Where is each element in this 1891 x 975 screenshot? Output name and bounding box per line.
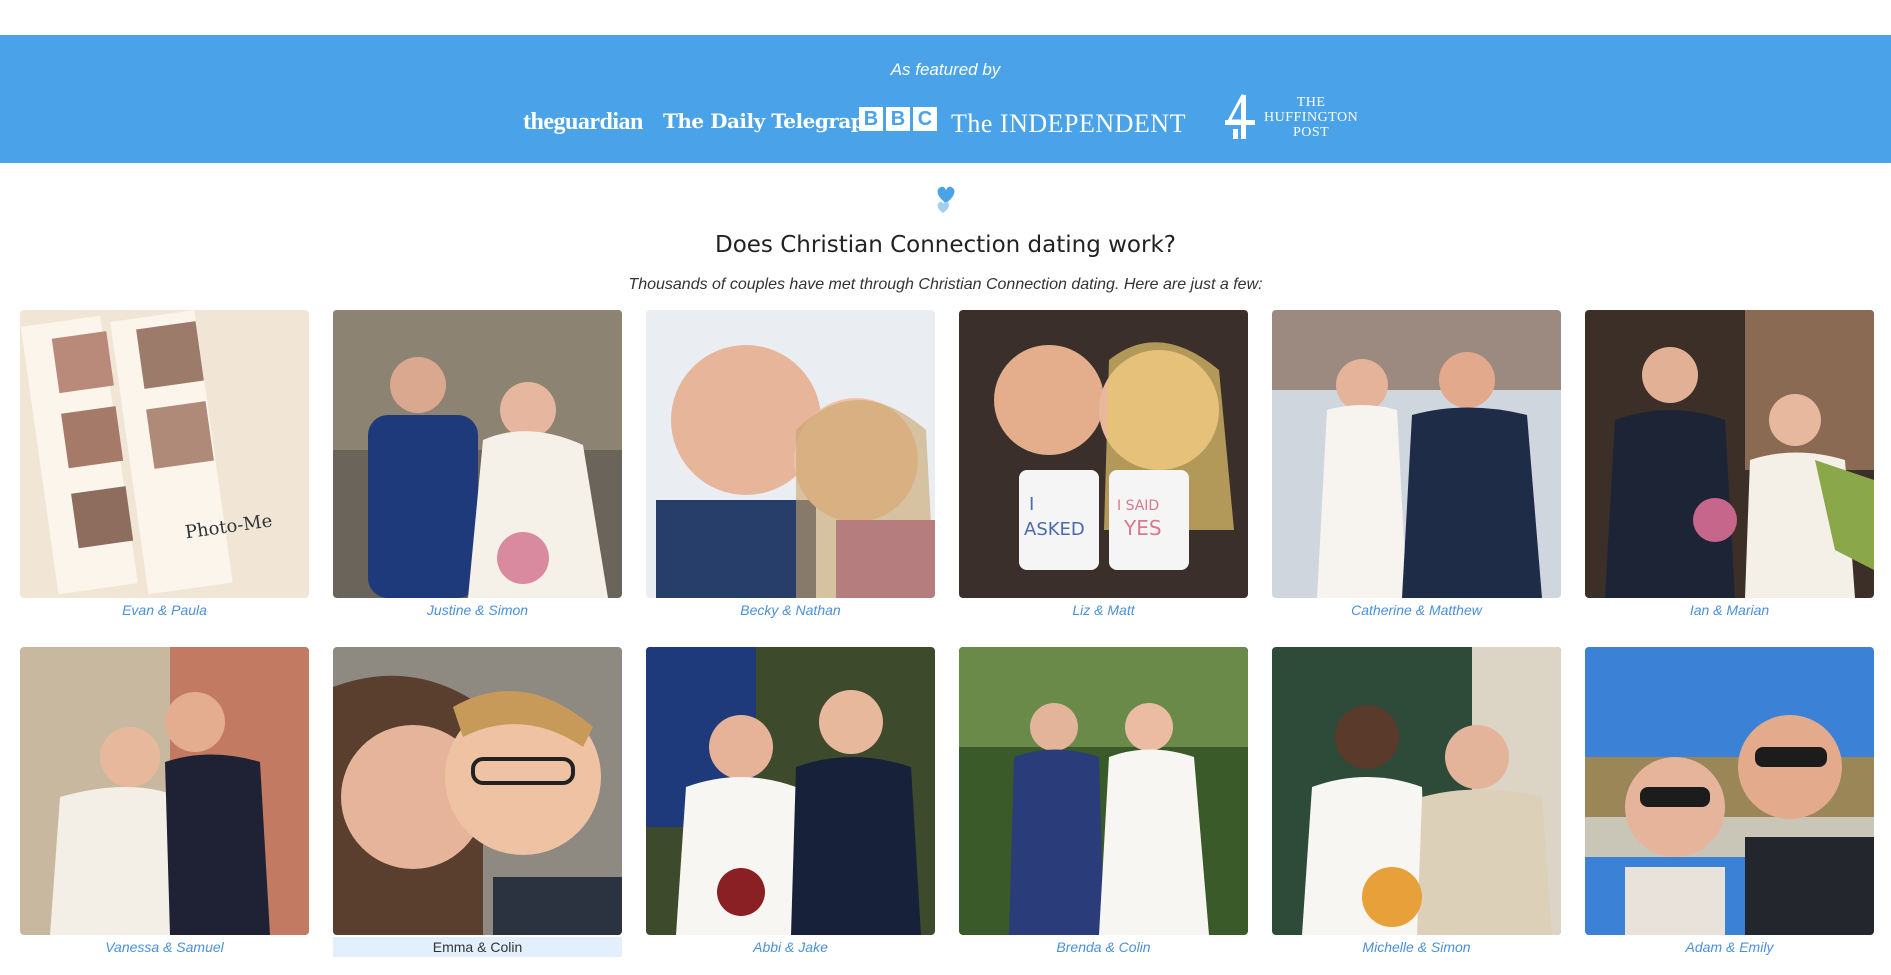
couple-name[interactable]: Ian & Marian [1585, 600, 1874, 620]
couple-card[interactable]: Justine & Simon [333, 310, 622, 618]
wedding-photo[interactable] [1272, 647, 1561, 935]
couple-name[interactable]: Catherine & Matthew [1272, 600, 1561, 620]
svg-text:ASKED: ASKED [1024, 519, 1085, 540]
couples-grid: Photo-Me Evan & Paula Justine & Simon Be… [20, 310, 1876, 970]
section-subheading: Thousands of couples have met through Ch… [628, 276, 1263, 293]
couple-card[interactable]: Catherine & Matthew [1272, 310, 1561, 618]
bbc-letter: B [859, 107, 883, 131]
svg-text:I: I [1029, 494, 1034, 515]
couple-card[interactable]: Michelle & Simon [1272, 647, 1561, 955]
couple-card[interactable]: Ian & Marian [1585, 310, 1874, 618]
press-label: As featured by [890, 60, 1001, 79]
couple-name[interactable]: Brenda & Colin [959, 937, 1248, 957]
telegraph-logo: The Daily Telegraph [663, 109, 879, 133]
couple-name[interactable]: Emma & Colin [333, 937, 622, 957]
svg-text:YES: YES [1123, 516, 1162, 540]
couple-card[interactable]: Emma & Colin [333, 647, 622, 957]
photo-booth-strip[interactable]: Photo-Me [20, 310, 309, 598]
bbc-logo: B B C [859, 107, 937, 133]
couple-name[interactable]: Abbi & Jake [646, 937, 935, 957]
bbc-letter: B [886, 107, 910, 131]
guardian-logo: theguardian [523, 109, 643, 135]
wedding-photo[interactable] [20, 647, 309, 935]
couple-card[interactable]: Brenda & Colin [959, 647, 1248, 955]
channel4-logo [1223, 93, 1259, 141]
couple-name[interactable]: Evan & Paula [20, 600, 309, 620]
couple-card[interactable]: I ASKED I SAID YES Liz & Matt [959, 310, 1248, 618]
huffington-line: POST [1292, 125, 1330, 140]
press-logos: theguardian The Daily Telegraph B B C Th… [523, 93, 1373, 143]
couple-card[interactable]: Photo-Me Evan & Paula [20, 310, 309, 618]
selfie-photo[interactable] [1585, 647, 1874, 935]
couple-name[interactable]: Becky & Nathan [646, 600, 935, 620]
couple-name[interactable]: Adam & Emily [1585, 937, 1874, 957]
independent-logo: The INDEPENDENT [951, 109, 1186, 138]
couple-name[interactable]: Michelle & Simon [1272, 937, 1561, 957]
couple-card[interactable]: Vanessa & Samuel [20, 647, 309, 955]
wedding-photo[interactable] [959, 647, 1248, 935]
selfie-photo[interactable] [646, 310, 935, 598]
huffington-logo: THE HUFFINGTON POST [1264, 95, 1358, 140]
wedding-photo[interactable] [333, 310, 622, 598]
bbc-letter: C [913, 107, 937, 131]
svg-text:I SAID: I SAID [1117, 498, 1159, 514]
huffington-line: HUFFINGTON [1264, 110, 1359, 125]
couple-card[interactable]: Abbi & Jake [646, 647, 935, 955]
hearts-icon [931, 183, 961, 217]
wedding-photo[interactable] [1585, 310, 1874, 598]
couple-card[interactable]: Adam & Emily [1585, 647, 1874, 955]
couple-card[interactable]: Becky & Nathan [646, 310, 935, 618]
couple-name[interactable]: Vanessa & Samuel [20, 937, 309, 957]
huffington-line: THE [1296, 95, 1326, 110]
mugs-photo[interactable]: I ASKED I SAID YES [959, 310, 1248, 598]
selfie-photo[interactable] [333, 647, 622, 935]
couple-name[interactable]: Liz & Matt [959, 600, 1248, 620]
couple-name[interactable]: Justine & Simon [333, 600, 622, 620]
wedding-photo[interactable] [1272, 310, 1561, 598]
wedding-photo[interactable] [646, 647, 935, 935]
section-heading: Does Christian Connection dating work? [715, 232, 1176, 258]
press-banner: As featured by theguardian The Daily Tel… [0, 35, 1891, 163]
